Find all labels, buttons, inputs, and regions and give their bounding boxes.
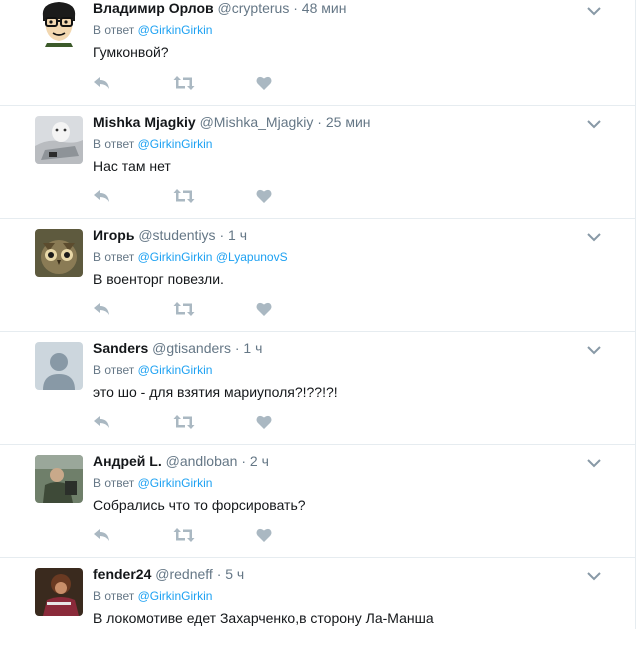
tweet-actions [93,188,293,206]
tweet[interactable]: fender24 @redneff · 5 ч В ответ @GirkinG… [0,558,635,671]
tweet-actions [93,527,293,545]
tweet-header: Владимир Орлов @crypterus · 48 мин [93,0,346,18]
tweet-actions [93,414,293,432]
reply-prefix: В ответ [93,589,135,603]
separator-dot: · [234,340,240,356]
retweet-icon[interactable] [173,301,195,319]
chevron-down-icon[interactable] [587,342,601,355]
tweet-text: это шо - для взятия мариуполя?!??!?! [93,384,338,400]
timestamp[interactable]: 1 ч [243,340,262,356]
chevron-down-icon[interactable] [587,455,601,468]
tweet-header: fender24 @redneff · 5 ч [93,564,244,584]
reply-icon[interactable] [93,527,113,545]
tweet[interactable]: Игорь @studentiys · 1 ч В ответ @GirkinG… [0,219,635,332]
separator-dot: · [293,0,298,16]
tweet-header: Андрей L. @andloban · 2 ч [93,451,269,471]
user-handle[interactable]: @crypterus [218,0,290,16]
tweet-actions [93,75,293,93]
tweet[interactable]: Владимир Орлов @crypterus · 48 мин В отв… [0,0,635,106]
user-handle[interactable]: @gtisanders [152,340,231,356]
mention-link[interactable]: @GirkinGirkin [138,137,213,151]
mention-link[interactable]: @LyapunovS [216,250,288,264]
reply-icon[interactable] [93,414,113,432]
reply-prefix: В ответ [93,476,135,490]
reply-prefix: В ответ [93,137,135,151]
reply-prefix: В ответ [93,23,135,37]
mention-link[interactable]: @GirkinGirkin [138,589,213,603]
tweet[interactable]: Sanders @gtisanders · 1 ч В ответ @Girki… [0,332,635,445]
tweet[interactable]: Mishka Mjagkiy @Mishka_Mjagkiy · 25 мин … [0,106,635,219]
timestamp[interactable]: 5 ч [225,566,244,582]
reply-prefix: В ответ [93,363,135,377]
reply-context: В ответ @GirkinGirkin [93,136,212,152]
reply-icon[interactable] [93,75,113,93]
reply-icon[interactable] [93,188,113,206]
tweet-header: Игорь @studentiys · 1 ч [93,225,247,245]
retweet-icon[interactable] [173,75,195,93]
like-icon[interactable] [256,75,276,93]
tweet-text: Собрались что то форсировать? [93,497,306,513]
mention-link[interactable]: @GirkinGirkin [138,476,213,490]
avatar[interactable] [35,0,83,47]
like-icon[interactable] [256,188,276,206]
display-name[interactable]: Sanders [93,340,148,356]
avatar[interactable] [35,342,83,390]
chevron-down-icon[interactable] [587,229,601,242]
timestamp[interactable]: 25 мин [326,114,371,130]
user-handle[interactable]: @studentiys [138,227,215,243]
reply-context: В ответ @GirkinGirkin [93,22,212,38]
chevron-down-icon[interactable] [587,568,601,581]
tweet[interactable]: Андрей L. @andloban · 2 ч В ответ @Girki… [0,445,635,558]
reply-prefix: В ответ [93,250,135,264]
tweet-text: Гумконвой? [93,44,169,60]
retweet-icon[interactable] [173,527,195,545]
user-handle[interactable]: @redneff [155,566,213,582]
separator-dot: · [216,566,222,582]
like-icon[interactable] [256,414,276,432]
reply-context: В ответ @GirkinGirkin [93,475,212,491]
tweet-text: В военторг повезли. [93,271,224,287]
mention-link[interactable]: @GirkinGirkin [138,23,213,37]
mention-link[interactable]: @GirkinGirkin [138,250,213,264]
avatar[interactable] [35,116,83,164]
reply-context: В ответ @GirkinGirkin [93,362,212,378]
tweet-text: В локомотиве едет Захарченко,в сторону Л… [93,610,434,626]
timestamp[interactable]: 2 ч [250,453,269,469]
avatar[interactable] [35,229,83,277]
tweet-actions [93,301,293,319]
user-handle[interactable]: @Mishka_Mjagkiy [200,114,314,130]
display-name[interactable]: Андрей L. [93,453,162,469]
like-icon[interactable] [256,301,276,319]
tweet-header: Sanders @gtisanders · 1 ч [93,338,262,358]
reply-icon[interactable] [93,301,113,319]
display-name[interactable]: Владимир Орлов [93,0,214,16]
avatar[interactable] [35,455,83,503]
reply-context: В ответ @GirkinGirkin [93,588,212,604]
separator-dot: · [219,227,225,243]
chevron-down-icon[interactable] [587,116,601,129]
display-name[interactable]: fender24 [93,566,151,582]
mention-link[interactable]: @GirkinGirkin [138,363,213,377]
display-name[interactable]: Mishka Mjagkiy [93,114,196,130]
user-handle[interactable]: @andloban [166,453,238,469]
retweet-icon[interactable] [173,188,195,206]
separator-dot: · [241,453,247,469]
avatar[interactable] [35,568,83,616]
timestamp[interactable]: 48 мин [302,0,347,16]
retweet-icon[interactable] [173,414,195,432]
like-icon[interactable] [256,527,276,545]
reply-context: В ответ @GirkinGirkin @LyapunovS [93,249,288,265]
tweet-header: Mishka Mjagkiy @Mishka_Mjagkiy · 25 мин [93,112,371,132]
timestamp[interactable]: 1 ч [228,227,247,243]
tweet-text: Нас там нет [93,158,171,174]
chevron-down-icon[interactable] [587,3,601,16]
separator-dot: · [317,114,322,130]
display-name[interactable]: Игорь [93,227,134,243]
